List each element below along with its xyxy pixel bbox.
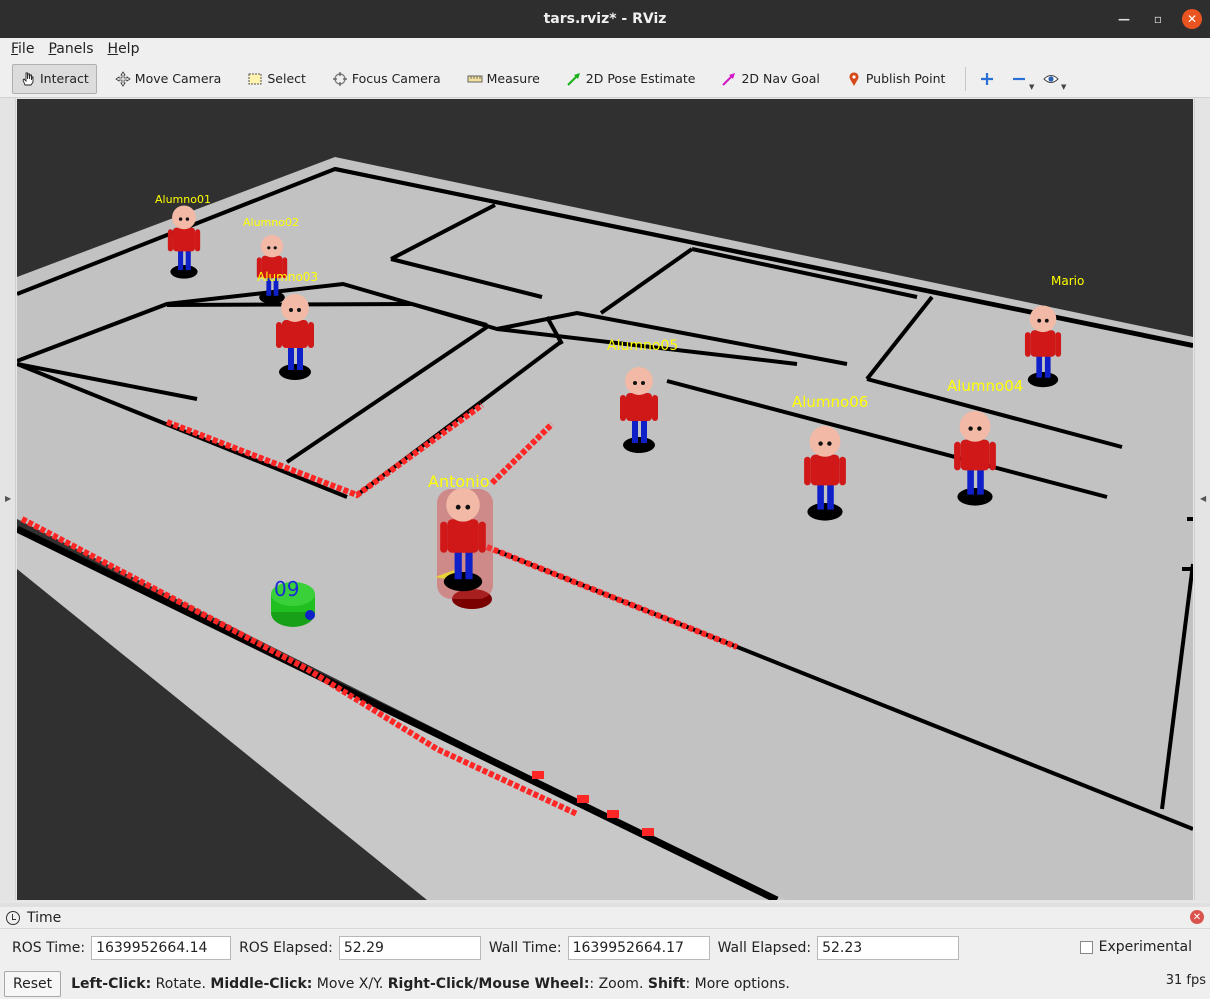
wall-elapsed-label: Wall Elapsed: [717,940,812,956]
interact-tool[interactable]: Interact [12,63,97,94]
ros-time-field[interactable] [91,936,232,960]
close-panel-icon[interactable]: ✕ [1190,910,1204,924]
person-label: Alumno02 [243,216,299,229]
maximize-button[interactable]: ▫ [1148,9,1168,29]
experimental-label: Experimental [1098,939,1192,955]
caret-down-icon: ▼ [1029,82,1035,91]
fps-counter: 31 fps [1165,973,1206,988]
wall-time-field[interactable] [567,936,710,960]
ros-elapsed-field[interactable] [338,936,481,960]
status-hint: Left-Click: Rotate. Middle-Click: Move X… [71,976,790,992]
person-label: Alumno04 [947,377,1023,395]
person-label: Antonio [428,472,490,491]
select-tool[interactable]: Select [239,64,314,94]
person-label: Alumno06 [792,393,868,411]
eye-icon [1043,74,1060,83]
caret-down-icon: ▼ [1061,82,1067,91]
wall-elapsed-field[interactable] [817,936,960,960]
render-panel: ▶ Alumno01 Alumno02 Alumno03 Alumno05 Ma… [0,98,1210,904]
hand-icon [22,72,34,85]
person-label: Mario [1051,274,1084,288]
toolbar-separator [965,66,967,91]
pose-estimate-tool[interactable]: 2D Pose Estimate [558,64,704,94]
green-arrow-icon [567,72,580,86]
move-camera-tool[interactable]: Move Camera [107,64,230,94]
move-arrows-icon [115,70,131,87]
time-panel-title: Time [27,909,62,926]
time-panel: Time ✕ ROS Time: ROS Elapsed: Wall Time:… [0,907,1210,967]
tool-bar: Interact Move Camera Select Focus Camera… [0,60,1210,98]
ruler-icon [467,75,483,82]
crosshair-icon [332,71,347,86]
checkbox-box[interactable] [1079,940,1093,954]
person-label: Alumno01 [155,193,211,206]
select-box-icon [248,73,262,84]
nav-goal-tool[interactable]: 2D Nav Goal [713,64,827,94]
title-bar: tars.rviz* - RViz — ▫ ✕ [0,0,1210,38]
menu-file[interactable]: File [4,41,41,57]
right-dock-handle[interactable]: ◀ [1194,98,1210,900]
experimental-checkbox[interactable]: Experimental [1079,939,1192,955]
left-dock-handle[interactable]: ▶ [0,98,16,900]
minus-icon [1013,77,1026,80]
scene-canvas[interactable]: Alumno01 Alumno02 Alumno03 Alumno05 Mari… [17,99,1193,900]
collapse-left-icon: ▶ [5,494,12,503]
robot-label: 09 [274,577,299,601]
3d-viewport[interactable]: Alumno01 Alumno02 Alumno03 Alumno05 Mari… [17,99,1193,900]
collapse-right-icon: ◀ [1200,494,1207,503]
person-label: Alumno03 [257,270,318,284]
window-title: tars.rviz* - RViz [543,11,667,27]
publish-point-tool[interactable]: Publish Point [838,64,954,94]
remove-tool-button[interactable]: ▼ [1006,66,1035,92]
measure-tool[interactable]: Measure [459,64,548,94]
minimize-button[interactable]: — [1114,9,1134,29]
status-bar: Reset Left-Click: Rotate. Middle-Click: … [0,969,1210,999]
reset-button[interactable]: Reset [4,971,62,997]
add-tool-button[interactable] [974,66,1000,92]
menu-panels[interactable]: Panels [41,41,100,57]
person-antonio[interactable] [435,488,493,609]
person-label: Alumno05 [607,338,678,354]
menu-help[interactable]: Help [101,41,147,57]
map-pin-icon [849,71,859,86]
time-panel-header: Time ✕ [0,907,1210,929]
view-menu-button[interactable]: ▼ [1038,66,1067,92]
menu-bar: File Panels Help [0,38,1210,60]
close-button[interactable]: ✕ [1182,9,1202,29]
clock-icon [6,910,20,925]
magenta-arrow-icon [722,72,736,86]
plus-icon [981,72,994,85]
ros-time-label: ROS Time: [12,940,86,956]
focus-camera-tool[interactable]: Focus Camera [324,64,449,94]
ros-elapsed-label: ROS Elapsed: [239,940,333,956]
wall-time-label: Wall Time: [488,940,562,956]
